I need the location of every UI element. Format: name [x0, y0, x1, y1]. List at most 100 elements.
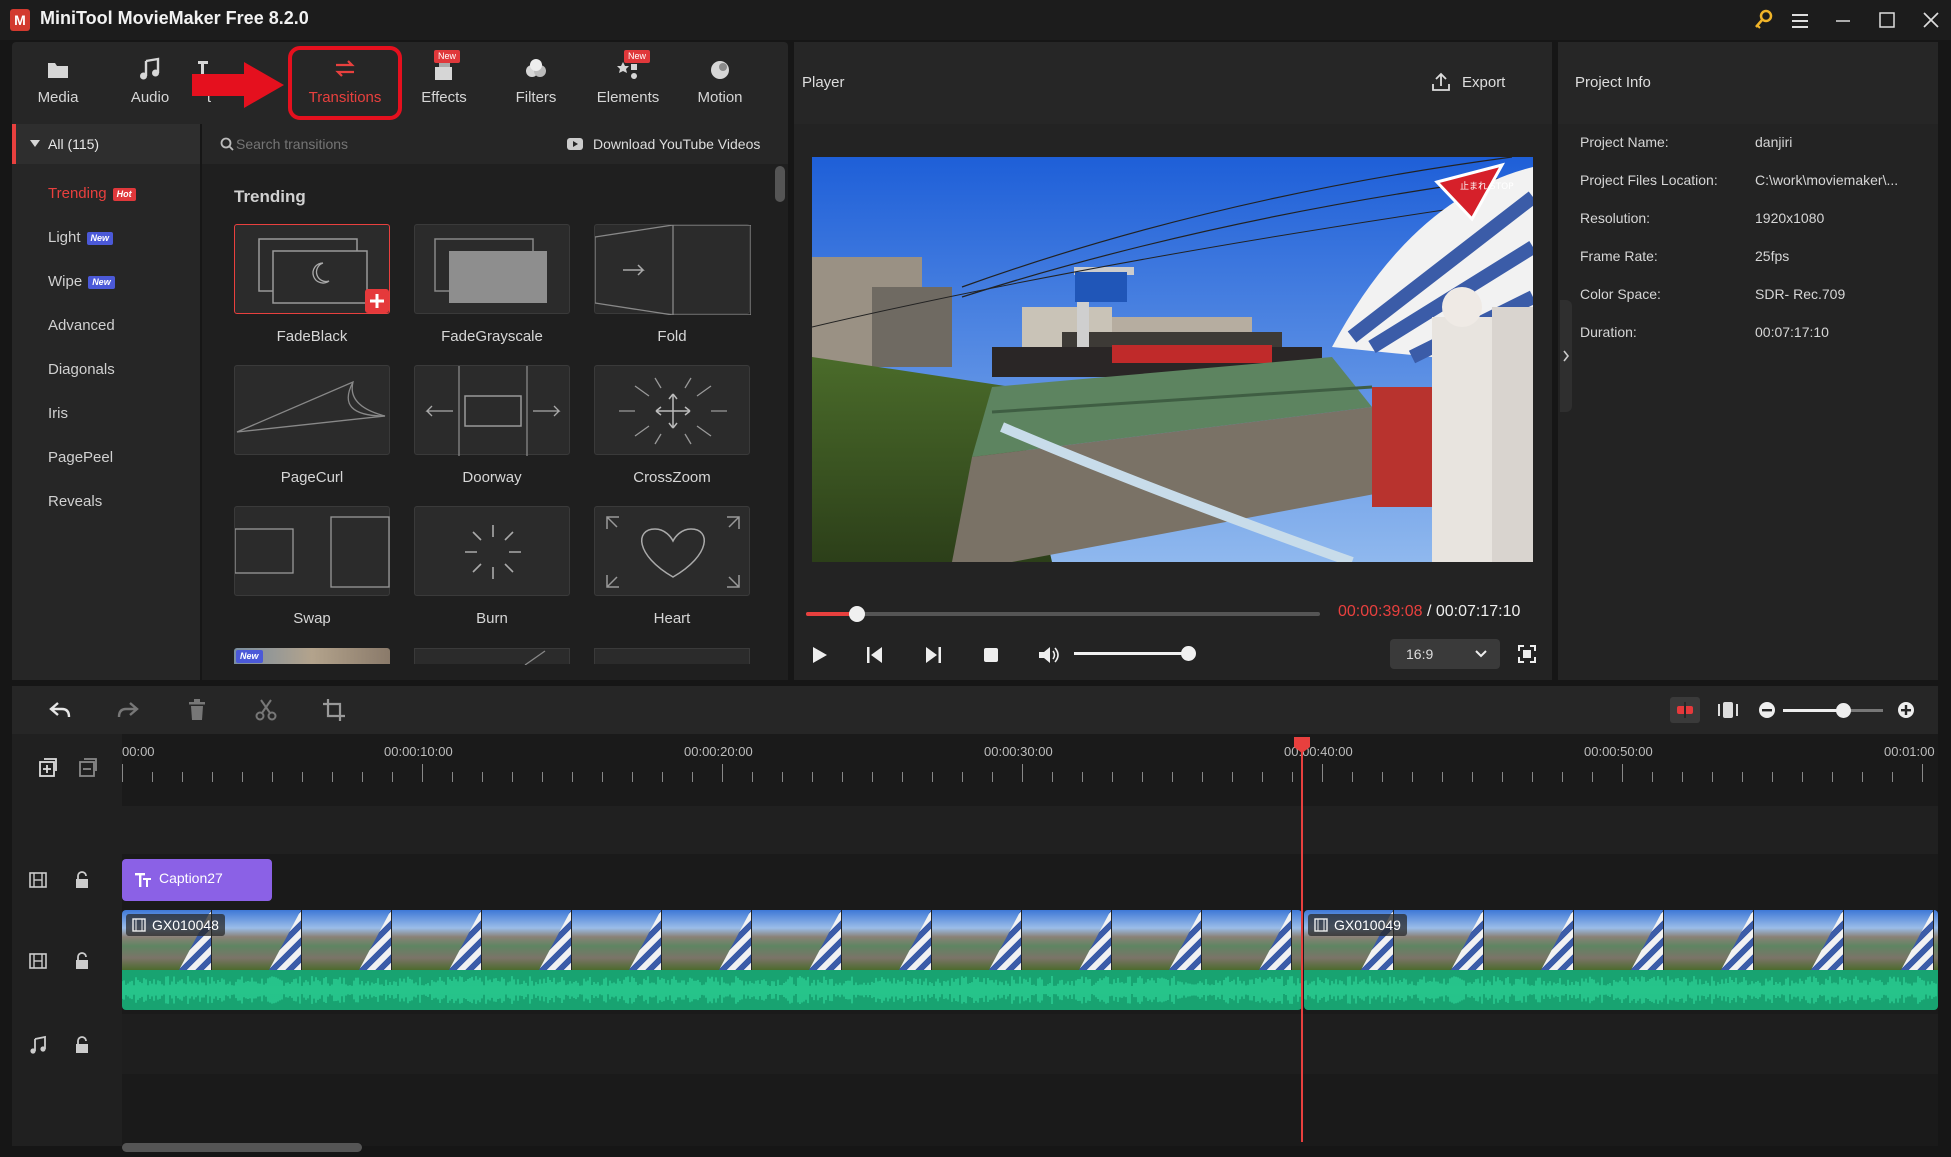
transition-partial-1[interactable]: New	[234, 648, 390, 664]
tab-effects[interactable]: New Effects	[398, 42, 490, 124]
minimize-icon[interactable]	[1828, 6, 1858, 34]
timeline-scrollbar[interactable]	[122, 1143, 362, 1152]
category-all[interactable]: All (115)	[12, 124, 200, 164]
film-icon[interactable]	[28, 870, 48, 890]
next-frame-icon[interactable]	[922, 644, 944, 666]
key-icon[interactable]	[1748, 6, 1778, 34]
scrollbar-thumb[interactable]	[775, 166, 785, 202]
filmstrip-frame	[842, 910, 932, 970]
info-key: Frame Rate:	[1580, 248, 1658, 264]
filmstrip-frame	[1394, 910, 1484, 970]
menu-icon[interactable]	[1785, 6, 1815, 34]
category-advanced[interactable]: Advanced	[48, 317, 115, 334]
split-scissors-icon[interactable]	[254, 698, 278, 722]
category-iris[interactable]: Iris	[48, 405, 68, 422]
delete-icon[interactable]	[186, 698, 208, 722]
music-note-icon[interactable]	[28, 1035, 48, 1055]
playhead-line	[1301, 738, 1303, 1142]
playhead-handle[interactable]	[1293, 736, 1311, 754]
chevron-down-icon	[1475, 650, 1487, 658]
tab-motion[interactable]: Motion	[674, 42, 766, 124]
effects-icon	[431, 56, 457, 82]
info-value: 00:07:17:10	[1755, 324, 1829, 340]
umbrella-stripe	[449, 910, 481, 970]
category-label: Wipe	[48, 273, 83, 290]
video-clip-1[interactable]: GX010048	[122, 910, 1302, 1010]
lock-icon[interactable]	[73, 1035, 91, 1055]
tab-media[interactable]: Media	[12, 42, 104, 124]
transition-label: Doorway	[462, 469, 522, 486]
category-reveals[interactable]: Reveals	[48, 493, 102, 510]
current-time: 00:00:39:08	[1338, 603, 1423, 620]
transition-fold[interactable]	[594, 224, 751, 315]
maximize-icon[interactable]	[1872, 6, 1902, 34]
section-title: Trending	[234, 187, 306, 206]
transition-burn[interactable]	[414, 506, 570, 596]
tab-filters[interactable]: Filters	[490, 42, 582, 124]
transition-fadeblack[interactable]	[234, 224, 390, 314]
info-value: SDR- Rec.709	[1755, 286, 1846, 302]
aspect-ratio-select[interactable]: 16:9	[1390, 639, 1500, 669]
transition-heart[interactable]	[594, 506, 750, 596]
zoom-out-icon[interactable]	[1757, 700, 1777, 720]
tab-label: Media	[37, 89, 79, 106]
transition-partial-3[interactable]	[594, 648, 750, 664]
export-button[interactable]: Export	[1430, 70, 1510, 96]
transition-fadegrayscale[interactable]	[414, 224, 570, 314]
category-pagepeel[interactable]: PagePeel	[48, 449, 113, 466]
filmstrip-frame	[1574, 910, 1664, 970]
remove-track-icon[interactable]	[76, 756, 98, 778]
panel-collapse-handle[interactable]	[1560, 300, 1572, 412]
umbrella-stripe	[809, 910, 841, 970]
redo-icon[interactable]	[116, 698, 140, 722]
fullscreen-icon[interactable]	[1516, 643, 1538, 665]
transition-swap[interactable]	[234, 506, 390, 596]
tab-audio[interactable]: Audio	[104, 42, 196, 124]
caption-clip[interactable]: Caption27	[122, 859, 272, 901]
category-diagonals[interactable]: Diagonals	[48, 361, 115, 378]
stop-icon[interactable]	[980, 644, 1002, 666]
video-clip-2[interactable]: GX010049	[1304, 910, 1938, 1010]
tab-elements[interactable]: New Elements	[582, 42, 674, 124]
snap-toggle[interactable]	[1670, 697, 1700, 723]
category-wipe[interactable]: Wipe New	[48, 273, 115, 290]
music-note-icon	[137, 56, 163, 82]
video-frame: 止まれ STOP	[812, 157, 1533, 562]
info-value: C:\work\moviemaker\...	[1755, 172, 1899, 188]
audio-waveform	[1304, 970, 1938, 1010]
fit-timeline-icon[interactable]	[1716, 698, 1740, 722]
transition-crosszoom[interactable]	[594, 365, 750, 455]
app-title: MiniTool MovieMaker Free 8.2.0	[40, 8, 309, 28]
play-icon[interactable]	[808, 644, 830, 666]
add-track-icon[interactable]	[36, 756, 58, 778]
volume-icon[interactable]	[1036, 643, 1060, 667]
undo-icon[interactable]	[48, 698, 72, 722]
umbrella-stripe	[629, 910, 661, 970]
progress-track[interactable]	[806, 612, 1320, 616]
transition-doorway[interactable]	[414, 365, 570, 456]
info-key: Resolution:	[1580, 210, 1651, 226]
previous-frame-icon[interactable]	[864, 644, 886, 666]
info-value: danjiri	[1755, 134, 1793, 150]
app-logo-icon: M	[10, 9, 30, 31]
transition-label: CrossZoom	[633, 469, 711, 486]
motion-icon	[707, 56, 733, 82]
search-input[interactable]	[236, 133, 536, 155]
category-light[interactable]: Light New	[48, 229, 114, 246]
lock-icon[interactable]	[73, 951, 91, 971]
transition-partial-2[interactable]	[414, 648, 570, 665]
lock-icon[interactable]	[73, 870, 91, 890]
transition-pagecurl[interactable]	[234, 365, 390, 455]
track-headers	[12, 734, 122, 1146]
category-trending[interactable]: Trending Hot	[48, 185, 136, 202]
crop-icon[interactable]	[322, 698, 346, 722]
add-plus-icon[interactable]	[365, 289, 389, 313]
film-icon[interactable]	[28, 951, 48, 971]
tab-transitions[interactable]: Transitions	[286, 42, 404, 124]
ruler-label: 00:00:20:00	[684, 744, 753, 759]
ruler-label: 00:00:10:00	[384, 744, 453, 759]
zoom-in-icon[interactable]	[1896, 700, 1916, 720]
zoom-handle[interactable]	[1836, 703, 1851, 718]
filmstrip-frame	[1202, 910, 1292, 970]
close-icon[interactable]	[1916, 6, 1946, 34]
